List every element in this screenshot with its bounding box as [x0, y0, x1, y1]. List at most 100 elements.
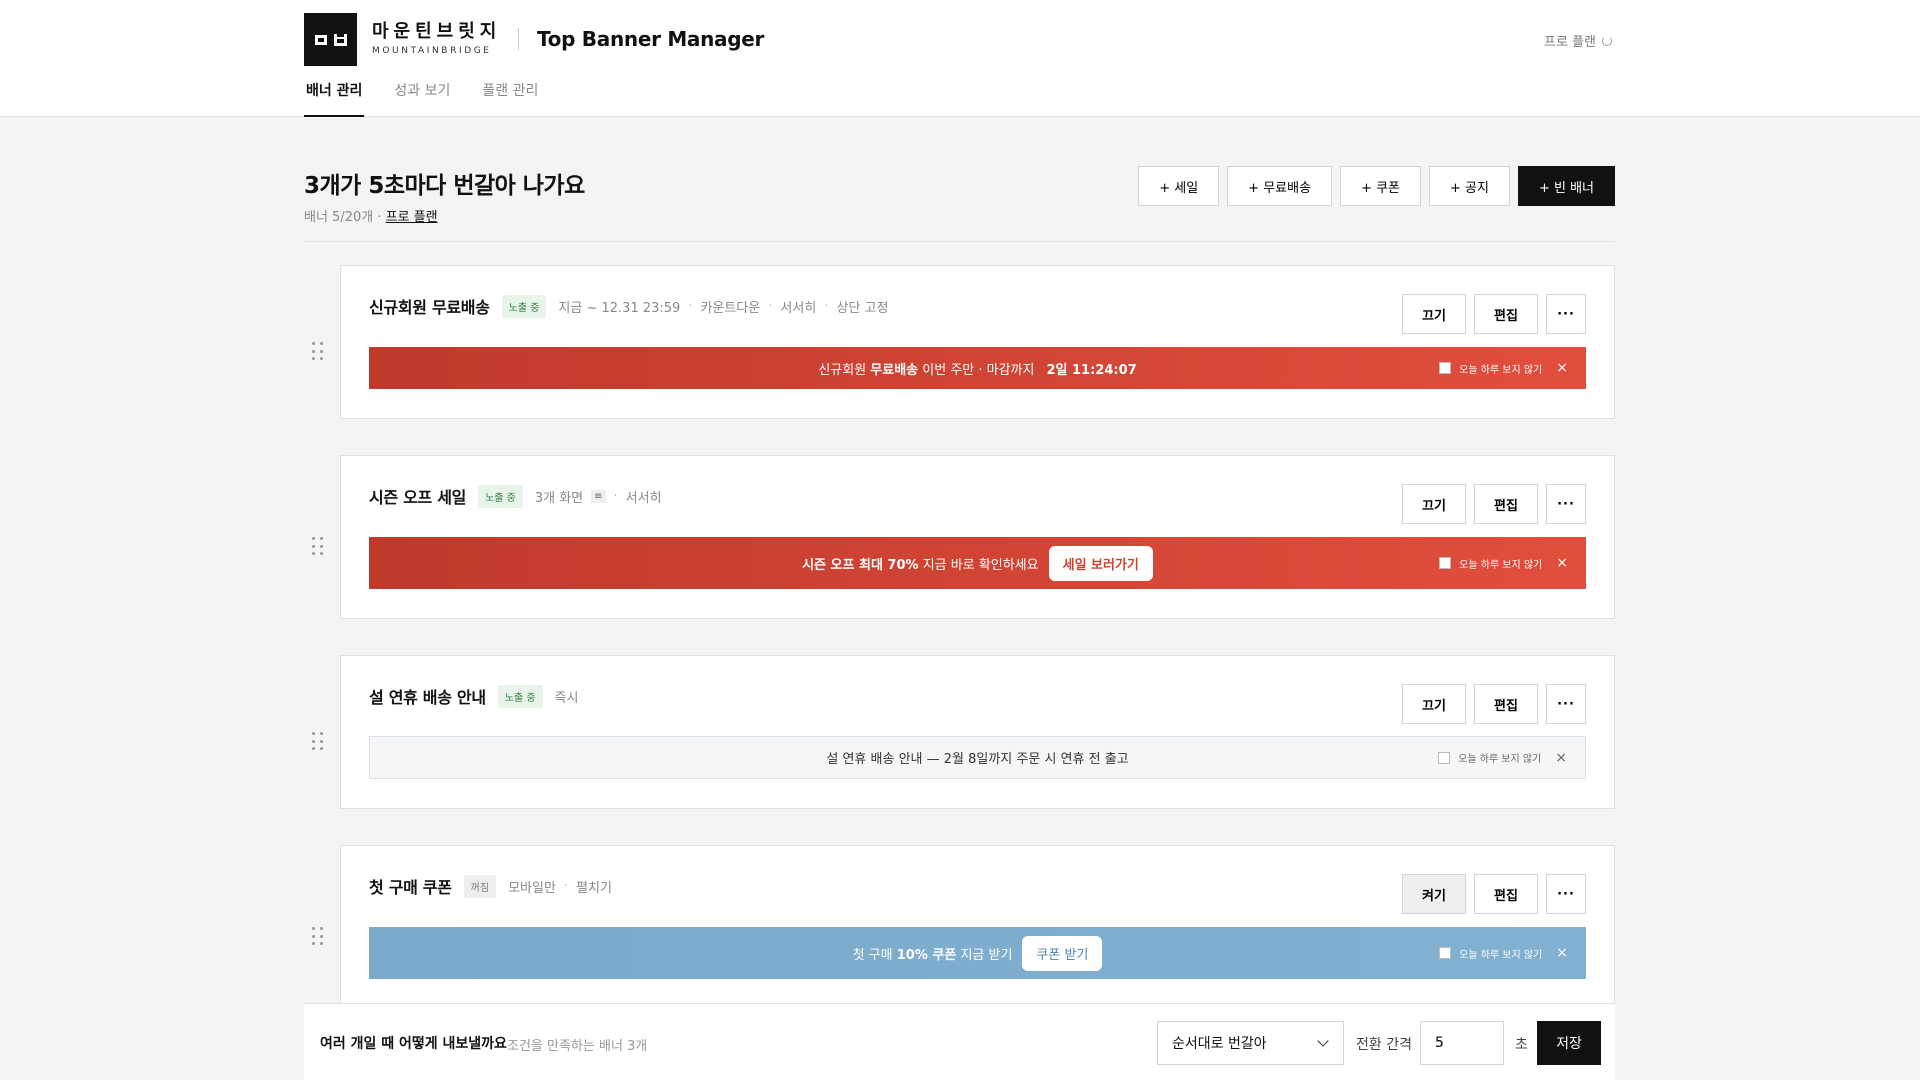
dismiss-label: 오늘 하루 보지 않기	[1459, 364, 1543, 376]
interval-label: 전환 간격	[1356, 1037, 1412, 1053]
banner-text: 신규회원 무료배송 이번 주만 · 마감까지	[818, 362, 1035, 378]
device-text: 모바일만	[508, 880, 556, 896]
logo-square-glyph	[314, 34, 327, 45]
top-header: 마운틴브릿지 MOUNTAINBRIDGE Top Banner Manager…	[0, 0, 1920, 117]
chevron-down-icon	[1317, 1035, 1329, 1047]
banner-text: 설 연휴 배송 안내 — 2월 8일까지 주문 시 연휴 전 출고	[826, 752, 1129, 767]
edit-button[interactable]: 편집	[1474, 874, 1538, 914]
tab-performance[interactable]: 성과 보기	[392, 80, 452, 117]
add-sale-button[interactable]: + 세일	[1138, 166, 1220, 206]
drag-handle-icon[interactable]	[312, 927, 324, 947]
screens-text: 3개 화면	[534, 490, 584, 506]
banner-cta-button[interactable]: 쿠폰 받기	[1022, 935, 1103, 971]
edit-button[interactable]: 편집	[1474, 684, 1538, 724]
timing-text: 즉시	[554, 690, 579, 706]
edit-button[interactable]: 편집	[1474, 294, 1538, 334]
card-actions: 끄기 편집 ···	[1402, 684, 1586, 724]
card-title: 설 연휴 배송 안내	[369, 688, 486, 707]
dismiss-checkbox[interactable]	[1439, 557, 1452, 569]
plan-link-label: 프로 플랜	[1544, 35, 1596, 50]
status-badge: 노출 중	[478, 484, 523, 508]
more-options-button[interactable]: ···	[1546, 294, 1586, 334]
dismiss-label: 오늘 하루 보지 않기	[1459, 559, 1543, 571]
dismiss-today: 오늘 하루 보지 않기 ×	[1439, 555, 1568, 571]
add-free-shipping-button[interactable]: + 무료배송	[1227, 166, 1333, 206]
tab-banner-manage[interactable]: 배너 관리	[304, 80, 365, 117]
page-title: 3개가 5초마다 번갈아 나가요	[304, 173, 585, 199]
divider	[304, 241, 1615, 242]
toggle-on-button[interactable]: 켜기	[1402, 874, 1466, 914]
banner-card-season-sale: 시즌 오프 세일 노출 중 3개 화면 ≡ · 서서히 끄기 편집 ··· 시즌…	[340, 455, 1615, 619]
drag-handle-icon[interactable]	[312, 537, 324, 557]
banner-card-first-purchase-coupon: 첫 구매 쿠폰 꺼짐 모바일만 · 펼치기 켜기 편집 ··· 첫 구매 10%…	[340, 845, 1615, 1015]
more-options-button[interactable]: ···	[1546, 684, 1586, 724]
add-notice-button[interactable]: + 공지	[1429, 166, 1510, 206]
menu-icon[interactable]: ≡	[591, 489, 606, 503]
position-text: 상단 고정	[836, 300, 889, 316]
card-meta: 지금 ~ 12.31 23:59 · 카운트다운 · 서서히 · 상단 고정	[558, 298, 889, 316]
toggle-off-button[interactable]: 끄기	[1402, 294, 1466, 334]
banner-card-holiday-notice: 설 연휴 배송 안내 노출 중 즉시 끄기 편집 ··· 설 연휴 배송 안내 …	[340, 655, 1615, 809]
edit-button[interactable]: 편집	[1474, 484, 1538, 524]
card-header: 신규회원 무료배송 노출 중 지금 ~ 12.31 23:59 · 카운트다운 …	[369, 266, 888, 346]
logo-bracket-glyph	[333, 33, 347, 46]
drag-handle-icon[interactable]	[312, 342, 324, 362]
effect-text: 카운트다운	[700, 300, 761, 316]
card-meta: 3개 화면 ≡ · 서서히	[534, 488, 662, 506]
save-button[interactable]: 저장	[1537, 1021, 1601, 1065]
brand-divider	[518, 28, 519, 50]
dismiss-checkbox[interactable]	[1439, 362, 1452, 374]
card-title: 시즌 오프 세일	[369, 488, 467, 507]
brand-logo-icon[interactable]	[304, 13, 357, 66]
close-icon[interactable]: ×	[1556, 360, 1568, 376]
plan-link-inline[interactable]: 프로 플랜	[386, 210, 438, 225]
banner-preview[interactable]: 신규회원 무료배송 이번 주만 · 마감까지 2일 11:24:07 오늘 하루…	[369, 347, 1586, 389]
card-actions: 끄기 편집 ···	[1402, 484, 1586, 524]
dismiss-today: 오늘 하루 보지 않기 ×	[1439, 945, 1568, 961]
banner-count-summary: 배너 5/20개 · 프로 플랜	[304, 206, 438, 225]
toggle-off-button[interactable]: 끄기	[1402, 684, 1466, 724]
animation-text: 서서히	[780, 300, 817, 316]
plan-link[interactable]: 프로 플랜	[1544, 31, 1612, 50]
banner-preview[interactable]: 시즌 오프 최대 70% 지금 바로 확인하세요 세일 보러가기 오늘 하루 보…	[369, 537, 1586, 589]
card-meta: 모바일만 · 펼치기	[508, 878, 612, 896]
status-badge: 꺼짐	[463, 874, 497, 898]
interval-input[interactable]	[1420, 1021, 1504, 1065]
refresh-icon	[1602, 35, 1612, 46]
card-actions: 켜기 편집 ···	[1402, 874, 1586, 914]
toggle-off-button[interactable]: 끄기	[1402, 484, 1466, 524]
close-icon[interactable]: ×	[1556, 555, 1568, 571]
rotation-mode-select[interactable]: 순서대로 번갈아	[1157, 1021, 1344, 1065]
dismiss-label: 오늘 하루 보지 않기	[1458, 754, 1542, 765]
banner-preview[interactable]: 첫 구매 10% 쿠폰 지금 받기 쿠폰 받기 오늘 하루 보지 않기 ×	[369, 927, 1586, 979]
card-header: 시즌 오프 세일 노출 중 3개 화면 ≡ · 서서히	[369, 456, 662, 536]
close-icon[interactable]: ×	[1555, 750, 1567, 766]
rotation-sub-label: 조건을 만족하는 배너 3개	[507, 1039, 648, 1054]
card-title: 첫 구매 쿠폰	[369, 878, 452, 897]
dismiss-checkbox[interactable]	[1438, 751, 1451, 764]
animation-text: 서서히	[625, 490, 662, 506]
banner-cta-button[interactable]: 세일 보러가기	[1048, 545, 1153, 581]
more-options-button[interactable]: ···	[1546, 874, 1586, 914]
tab-plan-manage[interactable]: 플랜 관리	[480, 80, 540, 117]
interval-unit: 초	[1515, 1037, 1528, 1053]
drag-handle-icon[interactable]	[312, 732, 324, 752]
add-coupon-button[interactable]: + 쿠폰	[1340, 166, 1421, 206]
banner-preview[interactable]: 설 연휴 배송 안내 — 2월 8일까지 주문 시 연휴 전 출고 오늘 하루 …	[369, 736, 1586, 779]
animation-text: 펼치기	[576, 880, 612, 896]
banner-text: 첫 구매 10% 쿠폰 지금 받기	[852, 947, 1013, 963]
card-header: 설 연휴 배송 안내 노출 중 즉시	[369, 656, 578, 736]
add-banner-toolbar: + 세일 + 무료배송 + 쿠폰 + 공지 + 빈 배너	[1138, 166, 1615, 206]
close-icon[interactable]: ×	[1556, 945, 1568, 961]
banner-card-free-shipping: 신규회원 무료배송 노출 중 지금 ~ 12.31 23:59 · 카운트다운 …	[340, 265, 1615, 419]
dismiss-checkbox[interactable]	[1439, 947, 1452, 959]
card-actions: 끄기 편집 ···	[1402, 294, 1586, 334]
brand-name-korean: 마운틴브릿지	[372, 21, 502, 42]
card-meta: 즉시	[555, 687, 579, 706]
card-title: 신규회원 무료배송	[369, 298, 490, 317]
add-empty-banner-button[interactable]: + 빈 배너	[1517, 166, 1615, 206]
app-title: Top Banner Manager	[537, 27, 765, 51]
more-options-button[interactable]: ···	[1546, 484, 1586, 524]
brand-name-english: MOUNTAINBRIDGE	[372, 46, 492, 56]
rotation-settings-bar: 여러 개일 때 어떻게 내보낼까요 조건을 만족하는 배너 3개 순서대로 번갈…	[304, 1003, 1615, 1080]
